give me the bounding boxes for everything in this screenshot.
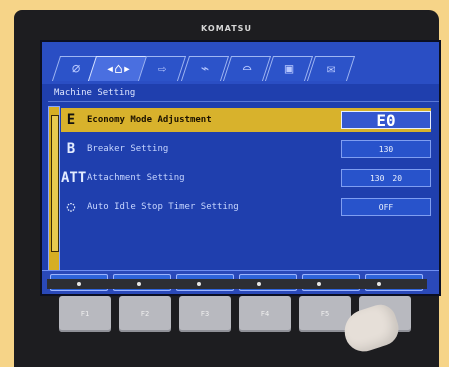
menu-row-value: OFF [341,198,431,216]
tab-1-icon: ◂⌂▸ [106,61,132,77]
tab-5-icon: ▣ [284,61,294,77]
led [317,282,321,286]
led [137,282,141,286]
tab-4-icon: ⌓ [242,61,252,77]
menu-tabs: ⌀ ◂⌂▸ ⇨ ⌁ ⌓ ▣ ✉ [42,42,439,84]
led [377,282,381,286]
tab-0-icon: ⌀ [71,61,81,77]
brand-logo: KOMATSU [201,24,252,33]
menu-row-economy-mode[interactable]: E Economy Mode Adjustment E0 [61,108,431,132]
tab-5[interactable]: ▣ [264,56,314,81]
monitor-screen: ⌀ ◂⌂▸ ⇨ ⌁ ⌓ ▣ ✉ Machine Setting E Econom… [40,40,441,296]
menu-row-label: Attachment Setting [87,173,185,183]
attachment-icon: ATT [61,170,87,186]
menu-row-label: Economy Mode Adjustment [87,115,212,125]
led [77,282,81,286]
economy-mode-icon: E [66,112,76,128]
f2-button[interactable]: F2 [119,296,171,332]
tab-4[interactable]: ⌓ [222,56,272,81]
breaker-icon: B [66,141,76,157]
f1-button[interactable]: F1 [59,296,111,332]
tab-3[interactable]: ⌁ [180,56,230,81]
menu-row-value: 130 20 [341,169,431,187]
menu-row-value: 130 [341,140,431,158]
led [257,282,261,286]
scroll-thumb[interactable] [51,115,59,252]
f5-button[interactable]: F5 [299,296,351,332]
menu-row-auto-idle-stop-timer[interactable]: ◌ Auto Idle Stop Timer Setting OFF [61,195,431,219]
menu-row-attachment-setting[interactable]: ATT Attachment Setting 130 20 [61,166,431,190]
f4-button[interactable]: F4 [239,296,291,332]
tab-3-icon: ⌁ [200,61,210,77]
vertical-scrollbar[interactable] [48,106,60,278]
menu-row-breaker-setting[interactable]: B Breaker Setting 130 [61,137,431,161]
timer-icon: ◌ [66,199,76,215]
menu-row-value: E0 [341,111,431,130]
tab-6-icon: ✉ [326,61,336,77]
led [197,282,201,286]
tab-6[interactable]: ✉ [306,56,356,81]
menu-row-label: Breaker Setting [87,144,169,154]
f3-button[interactable]: F3 [179,296,231,332]
tab-2[interactable]: ⇨ [137,56,187,81]
page-title: Machine Setting [48,85,439,102]
tab-2-icon: ⇨ [157,61,167,77]
led-strip [47,279,427,289]
menu-row-label: Auto Idle Stop Timer Setting [87,202,239,212]
